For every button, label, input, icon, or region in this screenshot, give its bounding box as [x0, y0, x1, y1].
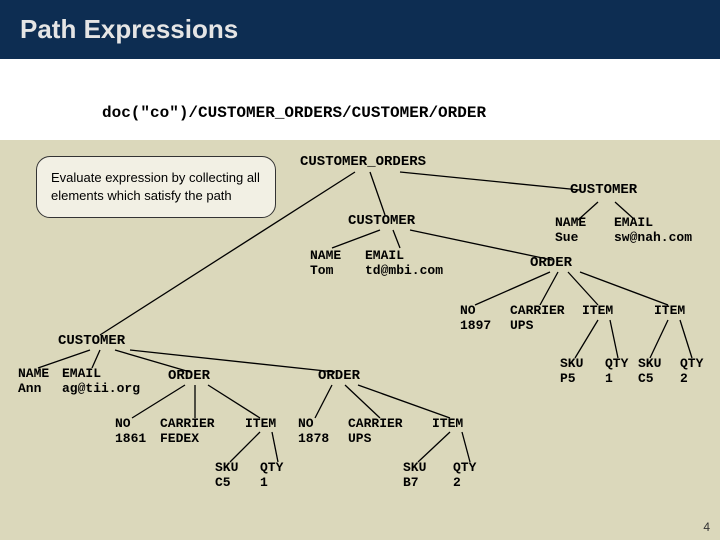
order-1897: ORDER — [530, 255, 572, 271]
path-expression: doc("co")/CUSTOMER_ORDERS/CUSTOMER/ORDER — [102, 104, 486, 122]
ann-name: NAME Ann — [18, 366, 49, 396]
root-node: CUSTOMER_ORDERS — [300, 154, 426, 170]
ann-email: EMAIL ag@tii.org — [62, 366, 140, 396]
order-1861-item: ITEM — [245, 416, 276, 431]
order-1878-no: NO 1878 — [298, 416, 329, 446]
tom-name: NAME Tom — [310, 248, 341, 278]
order-1861-carrier: CARRIER FEDEX — [160, 416, 215, 446]
order-1897-no: NO 1897 — [460, 303, 491, 333]
sue-email: EMAIL sw@nah.com — [614, 215, 692, 245]
customer-sue: CUSTOMER — [570, 182, 637, 198]
order-1897-item1-sku: SKU P5 — [560, 356, 583, 386]
order-1878-qty: QTY 2 — [453, 460, 476, 490]
slide-title-bar: Path Expressions — [0, 0, 720, 59]
order-1878-carrier: CARRIER UPS — [348, 416, 403, 446]
order-1878-item: ITEM — [432, 416, 463, 431]
sue-name: NAME Sue — [555, 215, 586, 245]
page-number: 4 — [703, 520, 710, 534]
note-callout: Evaluate expression by collecting all el… — [36, 156, 276, 218]
order-1897-item2: ITEM — [654, 303, 685, 318]
customer-ann: CUSTOMER — [58, 333, 125, 349]
order-1897-item2-sku: SKU C5 — [638, 356, 661, 386]
order-1897-item2-qty: QTY 2 — [680, 356, 703, 386]
slide-title: Path Expressions — [20, 14, 238, 44]
order-1897-item1-qty: QTY 1 — [605, 356, 628, 386]
order-1878: ORDER — [318, 368, 360, 384]
order-1878-sku: SKU B7 — [403, 460, 426, 490]
order-1861-no: NO 1861 — [115, 416, 146, 446]
note-text: Evaluate expression by collecting all el… — [51, 170, 260, 203]
order-1861-sku: SKU C5 — [215, 460, 238, 490]
tom-email: EMAIL td@mbi.com — [365, 248, 443, 278]
order-1861-qty: QTY 1 — [260, 460, 283, 490]
order-1897-item1: ITEM — [582, 303, 613, 318]
order-1897-carrier: CARRIER UPS — [510, 303, 565, 333]
customer-tom: CUSTOMER — [348, 213, 415, 229]
order-1861: ORDER — [168, 368, 210, 384]
